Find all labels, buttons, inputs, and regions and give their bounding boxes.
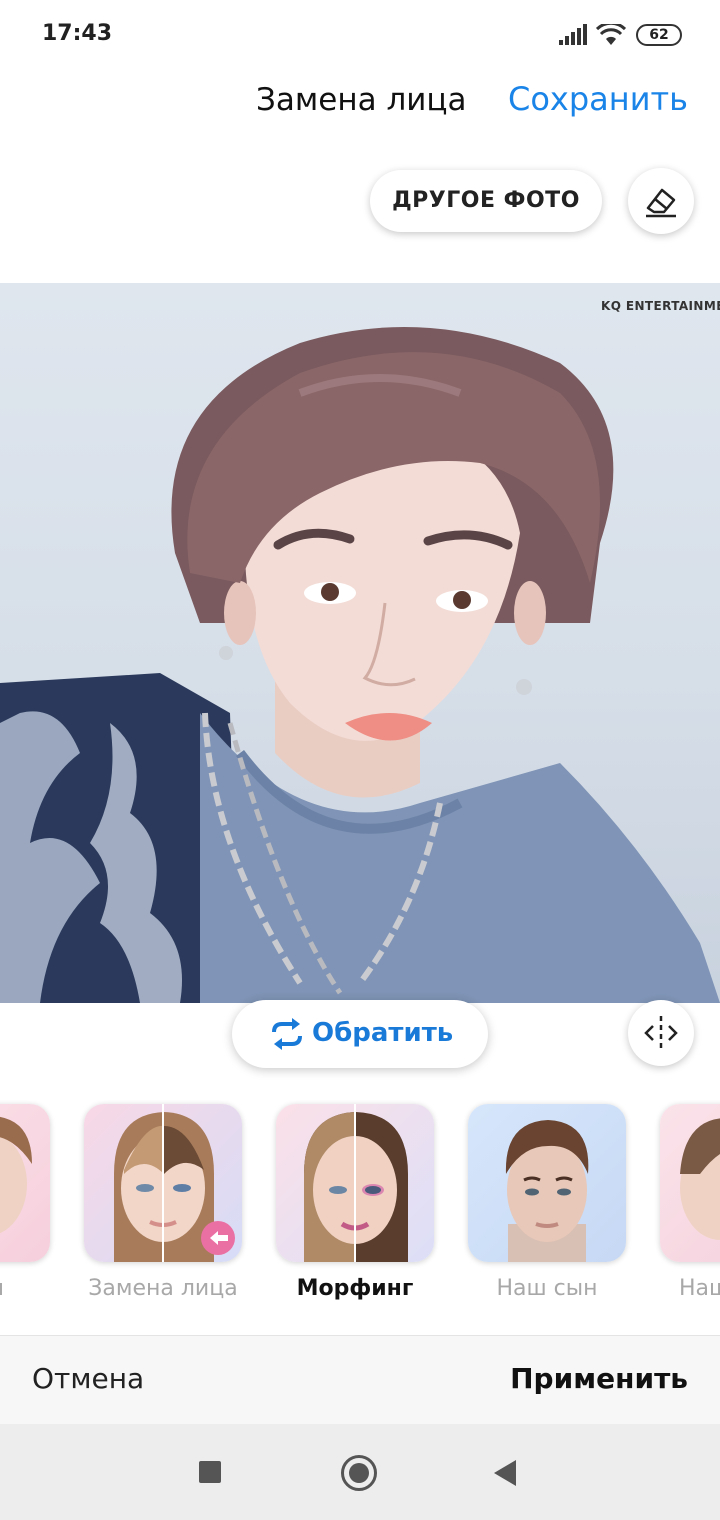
header: Замена лица Сохранить [0, 70, 720, 140]
swap-arrows-icon [272, 1018, 302, 1050]
filter-card-face-swap[interactable] [84, 1104, 242, 1262]
bottom-action-bar: Отмена Применить [0, 1336, 720, 1424]
filter-carousel[interactable]: ал Замена лица Морфинг [0, 1100, 720, 1320]
recents-button[interactable] [199, 1461, 221, 1483]
filter-card-original[interactable] [0, 1104, 50, 1262]
back-button[interactable] [494, 1460, 516, 1486]
photo-watermark: KQ ENTERTAINME [601, 299, 720, 313]
status-bar: 17:43 62 [0, 0, 720, 70]
page-title: Замена лица [256, 82, 467, 118]
face-thumbnail [680, 1118, 720, 1240]
compare-button[interactable] [628, 1000, 694, 1066]
cancel-button[interactable]: Отмена [32, 1362, 144, 1395]
compare-split-icon [644, 1016, 678, 1050]
portrait-image [0, 327, 720, 1003]
edited-photo[interactable]: KQ ENTERTAINME [0, 283, 720, 1003]
face-thumbnail [304, 1104, 408, 1262]
home-button[interactable] [341, 1455, 377, 1491]
apply-button[interactable]: Применить [510, 1362, 688, 1395]
face-thumbnail [505, 1120, 589, 1262]
face-thumbnail [114, 1104, 235, 1262]
eraser-button[interactable] [628, 168, 694, 234]
filter-label-our-son: Наш сын [496, 1276, 598, 1301]
other-photo-button[interactable]: ДРУГОЕ ФОТО [370, 170, 602, 232]
battery-indicator: 62 [636, 24, 682, 46]
filter-card-our-next[interactable] [660, 1104, 720, 1262]
filter-card-our-son[interactable] [468, 1104, 626, 1262]
filter-card-morphing[interactable] [276, 1104, 434, 1262]
status-time: 17:43 [42, 21, 113, 46]
filter-label-our-next: Наш [679, 1276, 720, 1301]
cellular-signal-icon [559, 24, 587, 45]
reverse-label: Обратить [312, 1018, 454, 1048]
eraser-icon [646, 188, 676, 218]
system-nav-bar [0, 1424, 720, 1520]
face-thumbnail [0, 1116, 32, 1234]
filter-label-morphing: Морфинг [296, 1276, 414, 1301]
reverse-button[interactable]: Обратить [232, 1000, 488, 1068]
filter-label-face-swap: Замена лица [88, 1276, 238, 1301]
save-button[interactable]: Сохранить [508, 80, 688, 118]
wifi-icon [596, 24, 626, 45]
